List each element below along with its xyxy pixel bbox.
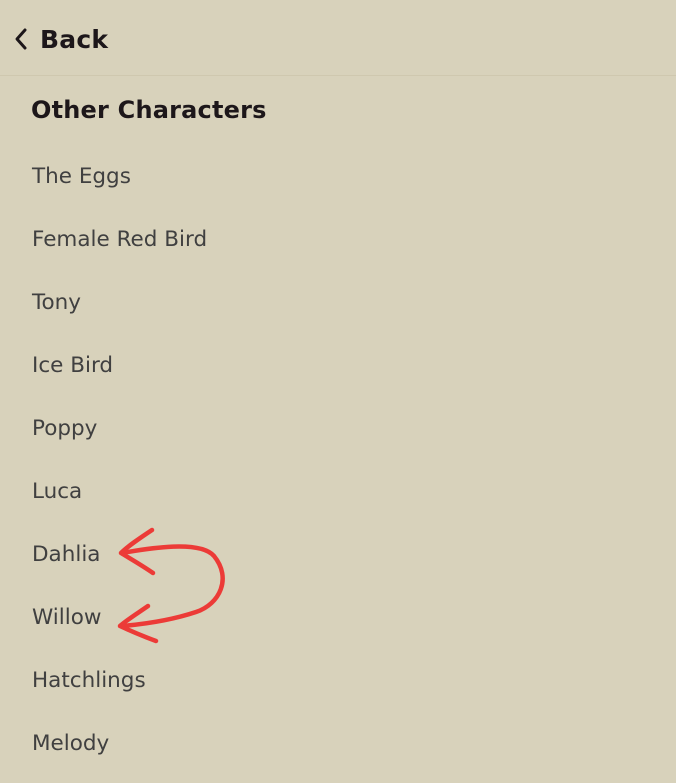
back-label: Back	[40, 24, 109, 54]
character-list: The Eggs Female Red Bird Tony Ice Bird P…	[0, 145, 676, 775]
character-item-hatchlings[interactable]: Hatchlings	[0, 649, 676, 712]
character-item-poppy[interactable]: Poppy	[0, 397, 676, 460]
header-divider	[0, 75, 676, 76]
chevron-left-icon	[14, 27, 28, 51]
character-item-the-eggs[interactable]: The Eggs	[0, 145, 676, 208]
character-item-luca[interactable]: Luca	[0, 460, 676, 523]
character-item-ice-bird[interactable]: Ice Bird	[0, 334, 676, 397]
character-item-dahlia[interactable]: Dahlia	[0, 523, 676, 586]
character-item-female-red-bird[interactable]: Female Red Bird	[0, 208, 676, 271]
character-item-tony[interactable]: Tony	[0, 271, 676, 334]
section-title: Other Characters	[31, 96, 267, 124]
character-item-melody[interactable]: Melody	[0, 712, 676, 775]
character-item-willow[interactable]: Willow	[0, 586, 676, 649]
back-button[interactable]: Back	[14, 20, 108, 58]
